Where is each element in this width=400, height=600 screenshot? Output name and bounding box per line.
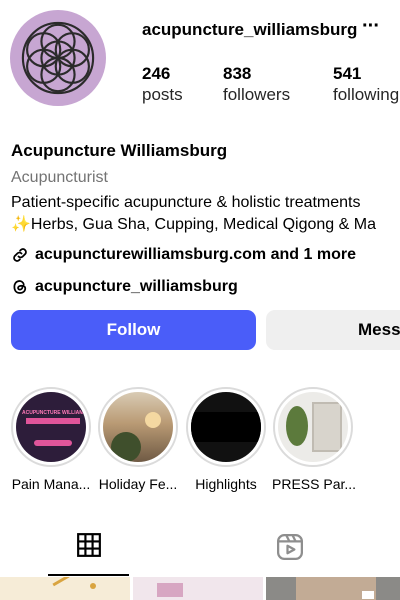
highlight-label: PRESS Par... bbox=[272, 476, 357, 492]
link-icon bbox=[13, 248, 27, 262]
highlight-holiday[interactable]: Holiday Fe... bbox=[97, 387, 179, 493]
tab-posts-grid[interactable] bbox=[76, 532, 102, 563]
highlight-ring bbox=[273, 387, 353, 467]
post-thumbnail[interactable] bbox=[266, 577, 400, 600]
posts-label: posts bbox=[142, 85, 183, 104]
website-link-text: acupuncturewilliamsburg.com and 1 more bbox=[35, 246, 356, 263]
stat-followers[interactable]: 838 followers bbox=[223, 64, 290, 106]
flower-of-life-logo bbox=[21, 21, 95, 95]
highlight-thumbnail bbox=[103, 392, 173, 462]
profile-avatar[interactable] bbox=[10, 10, 106, 106]
highlight-highlights[interactable]: Highlights bbox=[185, 387, 267, 493]
bio-line-2-text: Herbs, Gua Sha, Cupping, Medical Qigong … bbox=[30, 216, 376, 233]
follow-button[interactable]: Follow bbox=[11, 310, 256, 350]
thumb-plant bbox=[286, 406, 308, 446]
active-tab-indicator bbox=[48, 574, 129, 576]
threads-link[interactable]: acupuncture_williamsburg bbox=[11, 276, 400, 298]
stat-following[interactable]: 541 following bbox=[333, 64, 399, 106]
thumb-plant bbox=[111, 432, 141, 462]
highlight-thumbnail: ACUPUNCTURE WILLIAMSBURG bbox=[16, 392, 86, 462]
post-decoration bbox=[52, 577, 70, 587]
profile-bio: Acupuncture Williamsburg Acupuncturist P… bbox=[11, 140, 400, 298]
stat-posts: 246 posts bbox=[142, 64, 183, 106]
followers-count: 838 bbox=[223, 64, 252, 83]
highlight-ring bbox=[186, 387, 266, 467]
highlight-press[interactable]: PRESS Par... bbox=[272, 387, 357, 493]
bio-line-1: Patient-specific acupuncture & holistic … bbox=[11, 194, 361, 211]
bio-line-2: ✨Herbs, Gua Sha, Cupping, Medical Qigong… bbox=[11, 214, 400, 236]
profile-username: acupuncture_williamsburg bbox=[142, 20, 358, 39]
highlight-label: Holiday Fe... bbox=[98, 476, 178, 492]
highlight-thumbnail bbox=[278, 392, 348, 462]
profile-category: Acupuncturist bbox=[11, 169, 108, 186]
highlight-ring: ACUPUNCTURE WILLIAMSBURG bbox=[11, 387, 91, 467]
post-highlight bbox=[362, 591, 374, 599]
highlight-label: Pain Mana... bbox=[11, 476, 91, 492]
reels-icon bbox=[277, 534, 303, 560]
highlight-thumbnail bbox=[191, 392, 261, 462]
threads-icon bbox=[13, 280, 27, 294]
grid-icon bbox=[77, 533, 101, 557]
highlight-label: Highlights bbox=[195, 476, 257, 492]
post-thumbnail[interactable] bbox=[0, 577, 130, 600]
tab-reels[interactable] bbox=[275, 532, 305, 567]
profile-name: Acupuncture Williamsburg bbox=[11, 141, 228, 160]
thumb-lamp bbox=[145, 412, 161, 428]
followers-label: followers bbox=[223, 85, 291, 104]
message-button[interactable]: Message bbox=[266, 310, 400, 350]
thumb-caption: ACUPUNCTURE WILLIAMSBURG bbox=[22, 410, 84, 416]
thumb-band bbox=[191, 412, 261, 442]
highlight-ring bbox=[98, 387, 178, 467]
thumb-shelf bbox=[312, 402, 342, 452]
threads-handle-text: acupuncture_williamsburg bbox=[35, 278, 238, 295]
following-label: following bbox=[333, 85, 400, 104]
highlight-pain-management[interactable]: ACUPUNCTURE WILLIAMSBURG Pain Mana... bbox=[10, 387, 92, 493]
post-thumbnail[interactable] bbox=[133, 577, 263, 600]
posts-count: 246 bbox=[142, 64, 171, 83]
post-decoration bbox=[90, 583, 96, 589]
sparkles-emoji: ✨ bbox=[11, 216, 31, 233]
website-link[interactable]: acupuncturewilliamsburg.com and 1 more bbox=[11, 244, 400, 266]
thumb-banner bbox=[26, 418, 80, 424]
more-options-icon[interactable]: ··· bbox=[362, 16, 380, 36]
thumb-pill bbox=[34, 440, 72, 446]
post-decoration bbox=[157, 583, 183, 597]
following-count: 541 bbox=[333, 64, 362, 83]
